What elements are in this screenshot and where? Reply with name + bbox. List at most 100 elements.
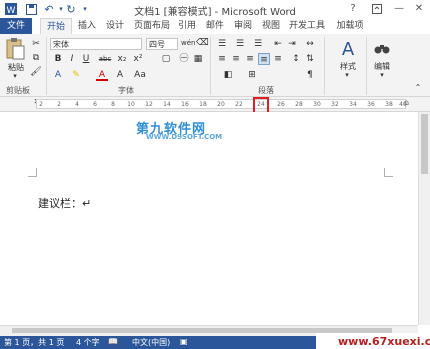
proofing-icon[interactable]: 📖 — [108, 337, 118, 346]
binoculars-icon[interactable] — [374, 40, 390, 56]
close-button[interactable]: ✕ — [412, 2, 426, 16]
ruler-tick: 2 — [39, 101, 43, 108]
font-size-box[interactable]: 四号 — [146, 38, 178, 50]
format-painter-icon[interactable]: 🖌 — [30, 66, 42, 78]
ruler-tick: 8 — [111, 101, 115, 108]
document-body-text[interactable]: 建议栏：↵ — [38, 195, 91, 211]
minimize-button[interactable]: — — [392, 2, 406, 16]
copy-icon[interactable]: ⧉ — [30, 52, 42, 64]
char-shading-icon[interactable]: ▦ — [192, 53, 204, 65]
font-name-box[interactable]: 宋体 — [50, 38, 142, 50]
ribbon-display-options-icon[interactable] — [370, 2, 384, 16]
clear-formatting-icon[interactable]: ⌫ — [196, 37, 209, 49]
subscript-button[interactable]: x₂ — [116, 53, 128, 65]
tab-file[interactable]: 文件 — [0, 18, 32, 34]
chinese-layout-icon[interactable]: ↔ — [304, 38, 316, 50]
bold-button[interactable]: B — [52, 53, 64, 65]
ruler-tick: 14 — [163, 101, 171, 108]
decrease-indent-icon[interactable]: ⇤ — [272, 38, 284, 50]
tab-add-ins[interactable]: 加载项 — [334, 18, 366, 34]
shading-icon[interactable]: ◧ — [222, 69, 234, 81]
right-indent-marker-icon[interactable]: ⌂ — [404, 98, 414, 110]
ruler-tick: 16 — [181, 101, 189, 108]
font-color-button[interactable]: A — [96, 69, 108, 81]
ruler-tick: 34 — [349, 101, 357, 108]
help-button[interactable]: ? — [346, 2, 360, 16]
align-center-icon[interactable]: ≡ — [230, 53, 242, 65]
group-divider — [324, 37, 325, 95]
ruler-strip: 2 2 4 6 8 10 12 14 16 18 20 22 24 26 28 … — [36, 99, 407, 109]
ruler-tick: 36 — [367, 101, 375, 108]
italic-button[interactable]: I — [66, 53, 78, 65]
cut-icon[interactable]: ✂ — [30, 38, 42, 50]
editing-dropdown-icon[interactable]: ▾ — [377, 71, 387, 79]
ruler-tick: 32 — [331, 101, 339, 108]
multilevel-list-icon[interactable]: ☰ — [252, 38, 264, 50]
numbering-icon[interactable]: ☰ — [234, 38, 246, 50]
tab-references[interactable]: 引用 — [175, 18, 199, 34]
group-divider — [210, 37, 211, 95]
ruler-tick: 2 — [57, 101, 61, 108]
align-right-icon[interactable]: ≡ — [244, 53, 256, 65]
align-left-icon[interactable]: ≡ — [216, 53, 228, 65]
underline-button[interactable]: U — [80, 53, 92, 65]
highlight-icon[interactable]: ✎ — [70, 69, 82, 81]
phonetic-guide-icon[interactable]: wén — [181, 37, 195, 49]
paragraph-group-label: 段落 — [258, 86, 274, 95]
tab-page-layout[interactable]: 页面布局 — [132, 18, 172, 34]
styles-dropdown-icon[interactable]: ▾ — [342, 71, 352, 79]
tab-insert[interactable]: 插入 — [74, 18, 100, 34]
sort-icon[interactable]: ⇅ — [304, 53, 316, 65]
horizontal-ruler[interactable]: ⧗ 2 2 4 6 8 10 12 14 16 18 20 22 24 26 2… — [0, 97, 430, 112]
ruler-tick: 18 — [199, 101, 207, 108]
font-group-label: 字体 — [118, 86, 134, 95]
tab-home[interactable]: 开始 — [40, 18, 72, 35]
word-count[interactable]: 4 个字 — [76, 337, 100, 348]
ruler-tick: 30 — [313, 101, 321, 108]
ruler-tick: 12 — [145, 101, 153, 108]
styles-icon[interactable]: A — [338, 37, 358, 60]
clipboard-group-label: 剪贴板 — [6, 86, 30, 95]
ribbon: 粘贴 ▾ ✂ ⧉ 🖌 剪贴板 宋体 四号 wén ⌫ B I U abc x₂ … — [0, 34, 430, 97]
ruler-tick: 38 — [385, 101, 393, 108]
ruler-tick: 20 — [217, 101, 225, 108]
strikethrough-button[interactable]: abc — [96, 53, 114, 65]
text-effects-icon[interactable]: A — [52, 69, 64, 81]
char-border-icon[interactable]: ▢ — [160, 53, 172, 65]
collapse-ribbon-icon[interactable]: ⌃ — [412, 82, 424, 94]
ruler-tick: 10 — [127, 101, 135, 108]
tab-developer[interactable]: 开发工具 — [287, 18, 327, 34]
borders-icon[interactable]: ⊞ — [246, 69, 258, 81]
scroll-thumb[interactable] — [421, 114, 428, 174]
group-divider — [366, 37, 367, 95]
ruler-tick: 28 — [295, 101, 303, 108]
svg-text:A: A — [342, 39, 355, 59]
tab-design[interactable]: 设计 — [102, 18, 128, 34]
tab-mailings[interactable]: 邮件 — [203, 18, 227, 34]
ruler-tick: 4 — [75, 101, 79, 108]
enclose-char-icon[interactable]: ㊀ — [178, 53, 190, 65]
distributed-icon[interactable]: ≡ — [272, 53, 284, 65]
language-status[interactable]: 中文(中国) — [132, 337, 170, 348]
grow-font-button[interactable]: A — [114, 69, 126, 81]
justify-icon[interactable]: ≡ — [258, 53, 270, 65]
show-marks-icon[interactable]: ¶ — [304, 69, 316, 81]
tab-view[interactable]: 视图 — [259, 18, 283, 34]
paste-dropdown-icon[interactable]: ▾ — [10, 72, 20, 80]
macro-icon[interactable]: ▣ — [180, 337, 188, 346]
tab-review[interactable]: 审阅 — [231, 18, 255, 34]
line-spacing-icon[interactable]: ↕ — [290, 53, 302, 65]
page-count[interactable]: 第 1 页，共 1 页 — [4, 337, 64, 348]
margin-corner-mark — [384, 168, 393, 177]
group-divider — [46, 37, 47, 95]
increase-indent-icon[interactable]: ⇥ — [286, 38, 298, 50]
change-case-button[interactable]: Aa — [132, 69, 148, 81]
document-page[interactable] — [0, 112, 418, 325]
superscript-button[interactable]: x² — [132, 53, 144, 65]
vertical-scrollbar[interactable] — [418, 112, 430, 325]
ruler-tick: 22 — [235, 101, 243, 108]
paste-icon[interactable] — [4, 37, 26, 61]
ruler-tick: 26 — [277, 101, 285, 108]
window-title: 文档1 [兼容模式] - Microsoft Word — [134, 7, 296, 18]
bullets-icon[interactable]: ☰ — [216, 38, 228, 50]
